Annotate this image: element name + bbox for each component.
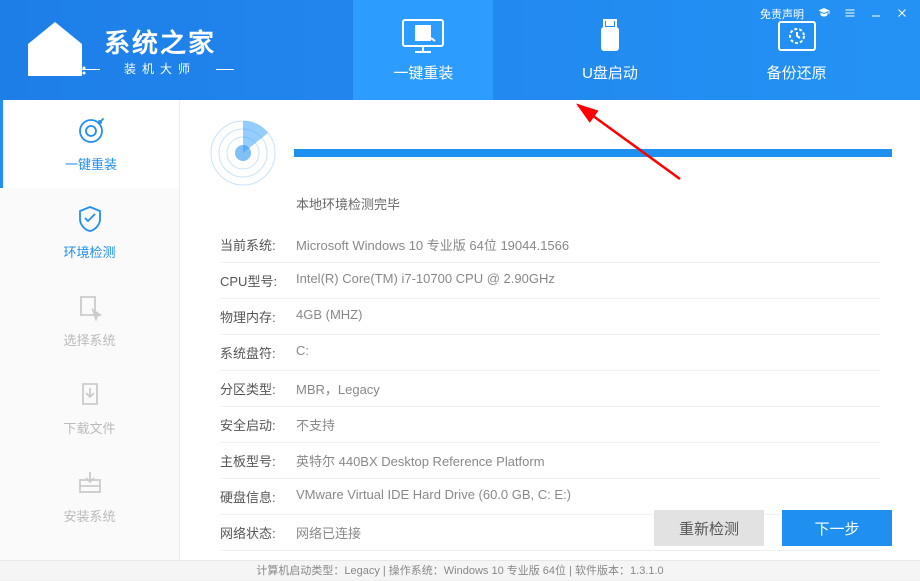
info-row: 物理内存:4GB (MHZ) [220,299,880,335]
sidebar-item-label: 下载文件 [63,418,115,437]
close-icon[interactable] [896,7,908,22]
sidebar-item-install[interactable]: 安装系统 [0,452,179,540]
select-icon [75,292,105,322]
info-key: CPU型号: [220,271,296,290]
disclaimer-link[interactable]: 免责声明 [760,6,804,22]
main-panel: 本地环境检测完毕 当前系统:Microsoft Windows 10 专业版 6… [180,100,920,560]
install-icon [75,468,105,498]
statusbar: 计算机启动类型：Legacy | 操作系统：Windows 10 专业版 64位… [0,560,920,580]
action-buttons: 重新检测 下一步 [654,510,892,546]
nav-tab-usb[interactable]: U盘启动 [540,0,680,100]
sidebar-item-download[interactable]: 下载文件 [0,364,179,452]
backup-icon [775,18,819,54]
sidebar-item-choose[interactable]: 选择系统 [0,276,179,364]
info-val: Microsoft Windows 10 专业版 64位 19044.1566 [296,235,569,254]
shield-icon [75,204,105,234]
info-val: 网络已连接 [296,523,361,542]
next-button[interactable]: 下一步 [782,510,892,546]
info-key: 当前系统: [220,235,296,254]
info-row: CPU型号:Intel(R) Core(TM) i7-10700 CPU @ 2… [220,263,880,299]
info-list: 当前系统:Microsoft Windows 10 专业版 64位 19044.… [208,227,892,551]
minimize-icon[interactable] [870,7,882,22]
sidebar-item-label: 选择系统 [63,330,115,349]
info-val: 4GB (MHZ) [296,307,362,326]
info-row: 主板型号:英特尔 440BX Desktop Reference Platfor… [220,443,880,479]
sidebar: 一键重装 环境检测 选择系统 下载文件 安装系统 [0,100,180,560]
titlebar: 免责声明 [760,6,908,22]
sidebar-item-label: 安装系统 [63,506,115,525]
nav-tab-label: 一键重装 [393,62,453,83]
nav-tab-reinstall[interactable]: 一键重装 [353,0,493,100]
progress-row [208,118,892,188]
header: 免责声明 系统之家 装机大师 一键重装 U盘启动 备份还原 [0,0,920,100]
info-row: 当前系统:Microsoft Windows 10 专业版 64位 19044.… [220,227,880,263]
progress-label: 本地环境检测完毕 [296,194,892,213]
info-key: 硬盘信息: [220,487,296,506]
sidebar-item-label: 环境检测 [63,242,115,261]
sidebar-item-label: 一键重装 [65,154,117,173]
rescan-button[interactable]: 重新检测 [654,510,764,546]
menu-icon[interactable] [844,7,856,22]
logo-icon [20,20,90,80]
app-title: 系统之家 [104,23,216,60]
info-key: 分区类型: [220,379,296,398]
sidebar-item-envcheck[interactable]: 环境检测 [0,188,179,276]
info-val: VMware Virtual IDE Hard Drive (60.0 GB, … [296,487,571,506]
info-key: 系统盘符: [220,343,296,362]
info-val: MBR，Legacy [296,379,380,398]
radar-icon [208,118,278,188]
target-icon [76,116,106,146]
logo-area: 系统之家 装机大师 [0,0,300,100]
info-val: 英特尔 440BX Desktop Reference Platform [296,451,545,470]
info-key: 主板型号: [220,451,296,470]
info-key: 网络状态: [220,523,296,542]
usb-icon [588,18,632,54]
info-val: C: [296,343,309,362]
progress-bar [294,149,892,157]
info-key: 安全启动: [220,415,296,434]
app-subtitle: 装机大师 [104,60,216,77]
monitor-icon [401,18,445,54]
sidebar-item-reinstall[interactable]: 一键重装 [0,100,179,188]
info-row: 分区类型:MBR，Legacy [220,371,880,407]
info-row: 系统盘符:C: [220,335,880,371]
info-val: 不支持 [296,415,335,434]
info-row: 安全启动:不支持 [220,407,880,443]
info-val: Intel(R) Core(TM) i7-10700 CPU @ 2.90GHz [296,271,555,290]
graduate-icon[interactable] [818,7,830,22]
download-icon [75,380,105,410]
nav-tab-label: 备份还原 [767,62,827,83]
nav-tab-label: U盘启动 [582,62,638,83]
body-area: 一键重装 环境检测 选择系统 下载文件 安装系统 本地环境检测完毕 当前系统:M… [0,100,920,560]
info-key: 物理内存: [220,307,296,326]
